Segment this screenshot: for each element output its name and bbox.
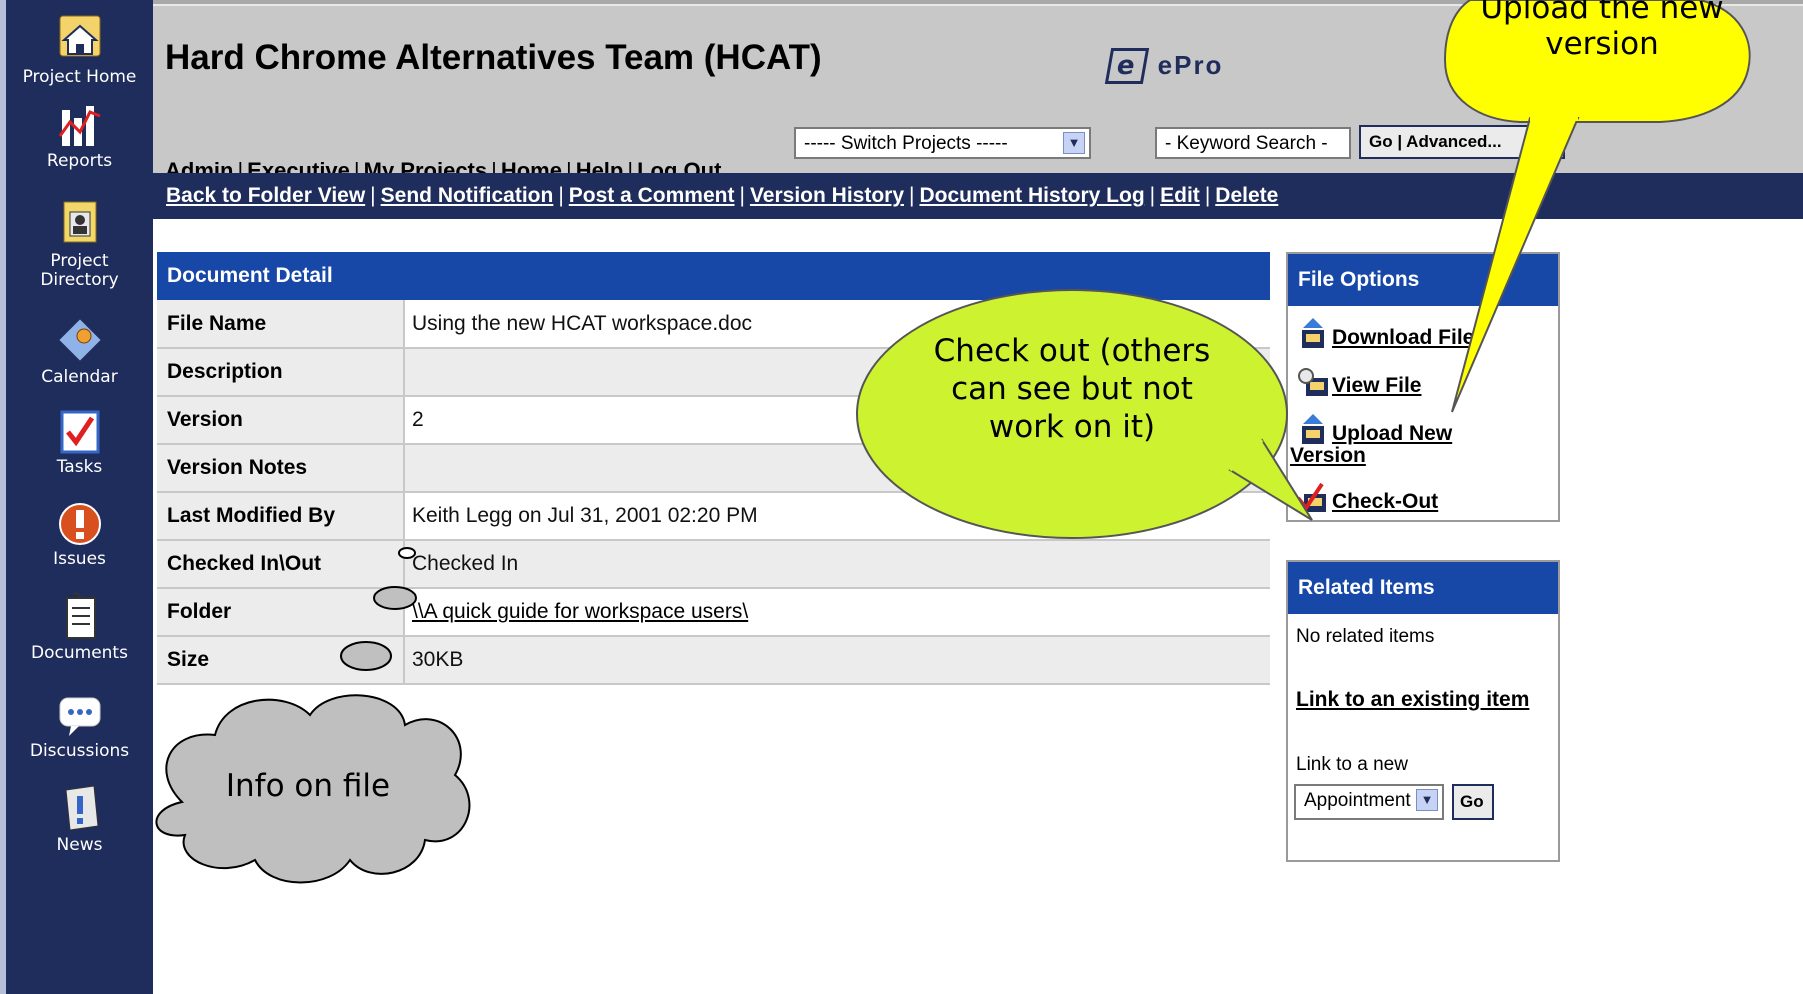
info-callout-text: Info on file	[225, 768, 391, 804]
checkout-callout-text: Check out (others can see but not work o…	[933, 333, 1211, 445]
thought-bubble-dot	[373, 586, 417, 610]
upload-callout-pointer	[1451, 117, 1580, 413]
annotation-overlay	[155, 0, 1751, 884]
upload-callout-text: Upload the new version	[1480, 0, 1724, 62]
thought-bubble-dot	[340, 641, 392, 671]
thought-bubble-dot	[398, 547, 416, 559]
